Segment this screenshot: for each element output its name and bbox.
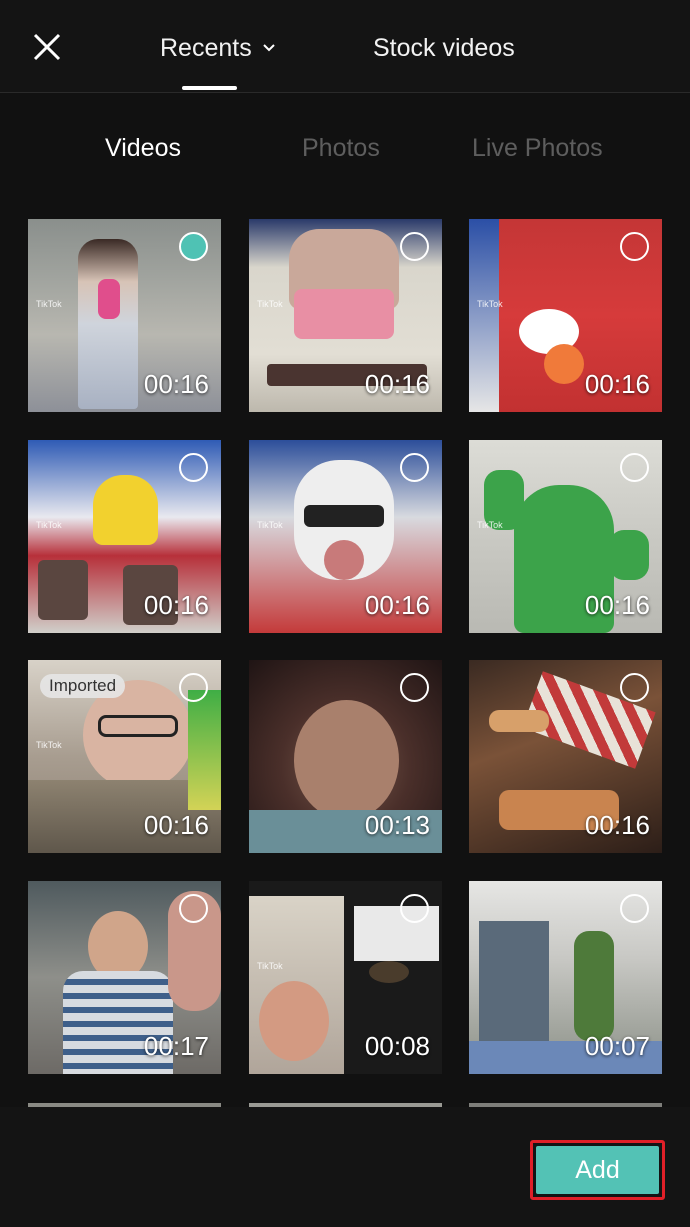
select-checkbox[interactable] (179, 232, 208, 261)
tiktok-watermark: TikTok (257, 520, 283, 530)
select-checkbox[interactable] (179, 673, 208, 702)
media-item[interactable]: TikTok 00:16 (28, 440, 221, 633)
tiktok-watermark: TikTok (36, 740, 62, 750)
media-item[interactable]: 00:13 (249, 660, 442, 853)
media-item[interactable]: 00:16 (469, 660, 662, 853)
select-checkbox[interactable] (620, 232, 649, 261)
video-duration: 00:13 (364, 810, 430, 840)
select-checkbox[interactable] (179, 453, 208, 482)
video-duration: 00:16 (584, 369, 650, 399)
media-item[interactable]: 00:17 (28, 881, 221, 1074)
select-checkbox[interactable] (400, 232, 429, 261)
select-checkbox[interactable] (620, 894, 649, 923)
chevron-down-icon (263, 44, 275, 52)
media-item[interactable]: TikTok 00:16 (249, 219, 442, 412)
media-tab-videos[interactable]: Videos (105, 130, 181, 166)
tiktok-watermark: TikTok (36, 520, 62, 530)
media-tab-live-photos[interactable]: Live Photos (472, 130, 603, 166)
tab-stock-videos-label: Stock videos (373, 33, 515, 62)
select-checkbox[interactable] (400, 453, 429, 482)
close-icon (33, 33, 61, 61)
video-duration: 00:16 (364, 369, 430, 399)
select-checkbox[interactable] (179, 894, 208, 923)
tiktok-watermark: TikTok (477, 520, 503, 530)
media-item[interactable]: TikTok 00:16 (28, 219, 221, 412)
video-duration: 00:16 (143, 369, 209, 399)
video-duration: 00:16 (143, 810, 209, 840)
imported-badge: Imported (40, 674, 126, 698)
top-header: Recents Stock videos (0, 0, 690, 93)
media-item[interactable]: TikTok 00:16 (469, 219, 662, 412)
close-button[interactable] (27, 27, 67, 67)
media-item[interactable]: TikTok Imported 00:16 (28, 660, 221, 853)
select-checkbox[interactable] (620, 673, 649, 702)
video-duration: 00:07 (584, 1031, 650, 1061)
video-duration: 00:16 (584, 810, 650, 840)
video-duration: 00:16 (143, 590, 209, 620)
media-tab-photos[interactable]: Photos (302, 130, 380, 166)
media-item[interactable]: 00:07 (469, 881, 662, 1074)
video-duration: 00:17 (143, 1031, 209, 1061)
tab-recents[interactable]: Recents (160, 28, 276, 68)
tab-stock-videos[interactable]: Stock videos (373, 28, 515, 68)
select-checkbox[interactable] (400, 894, 429, 923)
video-duration: 00:16 (364, 590, 430, 620)
active-tab-indicator (182, 86, 237, 90)
tiktok-watermark: TikTok (257, 299, 283, 309)
media-item[interactable]: TikTok 00:08 (249, 881, 442, 1074)
tiktok-watermark: TikTok (477, 299, 503, 309)
video-duration: 00:08 (364, 1031, 430, 1061)
select-checkbox[interactable] (620, 453, 649, 482)
media-item[interactable]: TikTok 00:16 (469, 440, 662, 633)
tab-recents-label: Recents (160, 33, 252, 62)
select-checkbox[interactable] (400, 673, 429, 702)
add-button[interactable]: Add (536, 1146, 659, 1194)
tiktok-watermark: TikTok (36, 299, 62, 309)
video-duration: 00:16 (584, 590, 650, 620)
media-item[interactable]: TikTok 00:16 (249, 440, 442, 633)
tiktok-watermark: TikTok (257, 961, 283, 971)
